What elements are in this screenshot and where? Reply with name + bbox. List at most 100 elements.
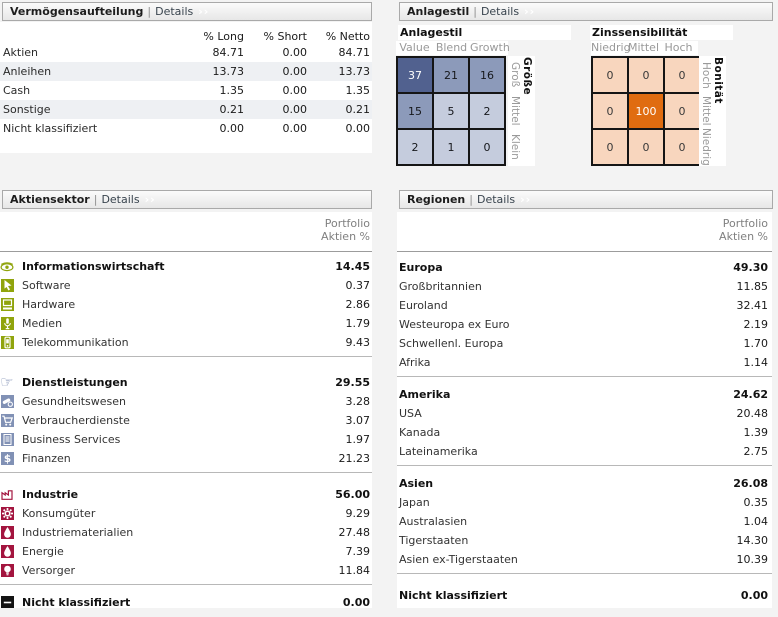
region-label: Tigerstaaten — [397, 534, 468, 547]
region-label: Australasien — [397, 515, 467, 528]
region-group-america: Amerika 24.62 USA 20.48 Kanada 1.39 Late… — [397, 377, 772, 466]
allocation-title: Vermögensaufteilung — [10, 5, 143, 18]
regions-details-link[interactable]: Details — [477, 193, 515, 206]
equity-stylebox-column-labels: Value Blend Growth — [396, 41, 508, 55]
asset-label: Nicht klassifiziert — [0, 122, 172, 135]
bond-stylebox-column-labels: Niedrig Mittel Hoch — [591, 41, 698, 55]
bond-stylebox-grid: 0 0 0 0 100 0 0 0 0 — [591, 56, 701, 166]
details-chevron-icon[interactable]: ›› — [520, 193, 531, 206]
allocation-table: % Long % Short % Netto Aktien 84.71 0.00… — [0, 22, 372, 153]
region-label: Lateinamerika — [397, 445, 478, 458]
col-header-line1: Portfolio — [397, 217, 768, 230]
region-group-row: Nicht klassifiziert 0.00 — [397, 586, 772, 605]
separator: | — [143, 5, 155, 18]
sector-label: Gesundheitswesen — [22, 395, 126, 408]
table-row: Sonstige 0.21 0.00 0.21 — [0, 100, 372, 119]
region-label: Euroland — [397, 299, 448, 312]
asset-short: 0.00 — [244, 46, 307, 59]
col-label-niedrig: Niedrig — [591, 41, 626, 55]
microphone-icon — [1, 317, 14, 330]
sector-row: Hardware 2.86 — [0, 295, 372, 314]
col-label-mittel: Mittel — [626, 41, 661, 55]
region-value: 0.35 — [744, 496, 773, 509]
sector-group-label: Industrie — [22, 488, 78, 501]
region-group-value: 49.30 — [733, 261, 772, 274]
equity-stylebox-title: Anlagestil — [398, 25, 571, 40]
region-value: 2.75 — [744, 445, 773, 458]
pills-icon — [1, 395, 14, 408]
sector-value: 1.97 — [346, 433, 373, 446]
sector-row: Industriematerialien 27.48 — [0, 523, 372, 542]
sector-group-unclassified: Nicht klassifiziert 0.00 — [0, 585, 372, 608]
region-value: 1.04 — [744, 515, 773, 528]
region-group-asia: Asien 26.08 Japan 0.35 Australasien 1.04… — [397, 466, 772, 574]
bond-stylebox-title: Zinssensibilität — [590, 25, 733, 40]
row-label-klein: Klein — [508, 128, 522, 166]
sector-value: 27.48 — [339, 526, 373, 539]
sector-row: Versorger 11.84 — [0, 561, 372, 580]
bond-axis-label: Bonität — [712, 57, 724, 104]
sector-group-value: 14.45 — [335, 260, 372, 273]
regions-panel: Portfolio Aktien % Europa 49.30 Großbrit… — [397, 212, 772, 608]
sector-group-label: Informationswirtschaft — [22, 260, 165, 273]
asset-long: 0.00 — [172, 122, 244, 135]
stylebox-cell: 0 — [469, 129, 505, 165]
asset-long: 13.73 — [172, 65, 244, 78]
sector-label: Business Services — [22, 433, 120, 446]
sector-row: Konsumgüter 9.29 — [0, 504, 372, 523]
details-chevron-icon[interactable]: ›› — [198, 5, 209, 18]
region-group-row: Amerika 24.62 — [397, 385, 772, 404]
sector-row: Energie 7.39 — [0, 542, 372, 561]
region-row: Westeuropa ex Euro 2.19 — [397, 315, 772, 334]
stylebox-cell: 2 — [469, 93, 505, 129]
region-row: Großbritannien 11.85 — [397, 277, 772, 296]
flame-icon — [1, 545, 14, 558]
sectors-title: Aktiensektor — [10, 193, 90, 206]
region-row: Tigerstaaten 14.30 — [397, 531, 772, 550]
details-chevron-icon[interactable]: ›› — [145, 193, 156, 206]
asset-label: Sonstige — [0, 103, 172, 116]
region-value: 10.39 — [737, 553, 773, 566]
mobile-phone-icon — [1, 336, 14, 349]
asset-long: 1.35 — [172, 84, 244, 97]
region-value: 32.41 — [737, 299, 773, 312]
col-header-line1: Portfolio — [0, 217, 370, 230]
region-row: Asien ex-Tigerstaaten 10.39 — [397, 550, 772, 569]
sector-value: 1.79 — [346, 317, 373, 330]
asset-label: Aktien — [0, 46, 172, 59]
region-group-row: Europa 49.30 — [397, 258, 772, 277]
separator: | — [90, 193, 102, 206]
sectors-panel: Portfolio Aktien % Informationswirtschaf… — [0, 212, 372, 608]
sector-row: Telekommunikation 9.43 — [0, 333, 372, 352]
cursor-icon — [1, 279, 14, 292]
asset-label: Anleihen — [0, 65, 172, 78]
sector-group-industry: Industrie 56.00 Konsumgüter 9.29 Industr… — [0, 473, 372, 585]
sector-group-information: Informationswirtschaft 14.45 Software 0.… — [0, 252, 372, 357]
factory-icon — [0, 488, 14, 501]
sector-label: Hardware — [22, 298, 75, 311]
col-netto: % Netto — [307, 30, 370, 43]
asset-short: 0.00 — [244, 65, 307, 78]
region-value: 1.70 — [744, 337, 773, 350]
details-chevron-icon[interactable]: ›› — [524, 5, 535, 18]
sectors-details-link[interactable]: Details — [101, 193, 139, 206]
region-row: Australasien 1.04 — [397, 512, 772, 531]
sector-row: Verbraucherdienste 3.07 — [0, 411, 372, 430]
region-row: USA 20.48 — [397, 404, 772, 423]
region-value: 11.85 — [737, 280, 773, 293]
eye-icon — [0, 260, 14, 273]
sector-value: 9.43 — [346, 336, 373, 349]
sector-label: Energie — [22, 545, 64, 558]
stylebox-cell: 0 — [592, 129, 628, 165]
portfolio-xray-page: Vermögensaufteilung|Details›› Anlagestil… — [0, 0, 778, 617]
sectors-column-header: Portfolio Aktien % — [0, 212, 372, 252]
allocation-details-link[interactable]: Details — [155, 5, 193, 18]
asset-long: 0.21 — [172, 103, 244, 116]
table-row: Nicht klassifiziert 0.00 0.00 0.00 — [0, 119, 372, 138]
stylebox-cell: 21 — [433, 57, 469, 93]
table-row: Aktien 84.71 0.00 84.71 — [0, 43, 372, 62]
style-details-link[interactable]: Details — [481, 5, 519, 18]
style-panel-header: Anlagestil|Details›› — [399, 2, 773, 21]
sector-row: Medien 1.79 — [0, 314, 372, 333]
sector-value: 21.23 — [339, 452, 373, 465]
